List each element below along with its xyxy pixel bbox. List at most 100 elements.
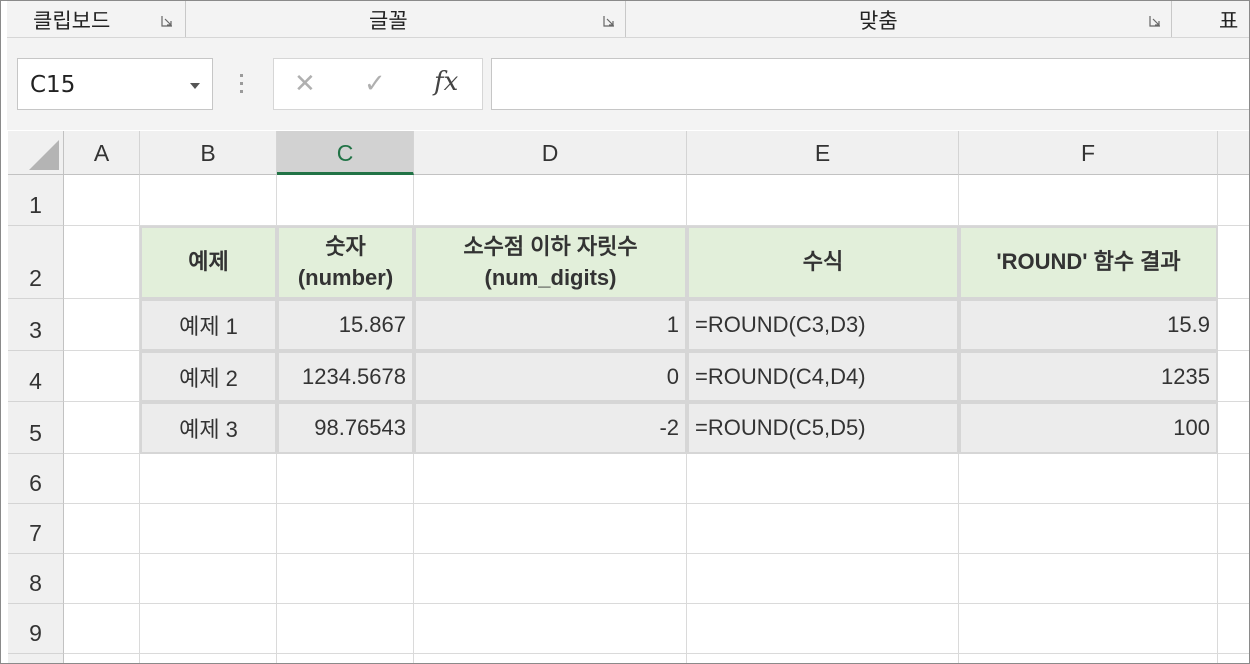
worksheet-cell[interactable]: [414, 504, 687, 554]
row-header-8[interactable]: 8: [8, 554, 64, 604]
column-header-a[interactable]: A: [64, 131, 140, 175]
cell-b3[interactable]: 예제 1: [140, 299, 277, 351]
table-header-num-digits[interactable]: 소수점 이하 자릿수 (num_digits): [414, 226, 687, 299]
drag-handle-icon[interactable]: [240, 74, 244, 98]
cell-e5[interactable]: =ROUND(C5,D5): [687, 402, 959, 454]
cell-f3[interactable]: 15.9: [959, 299, 1218, 351]
row-header-3[interactable]: 3: [8, 299, 64, 351]
row-header-9[interactable]: 9: [8, 604, 64, 654]
table-header-result[interactable]: 'ROUND' 함수 결과: [959, 226, 1218, 299]
worksheet-cell[interactable]: [277, 175, 414, 226]
worksheet-cell[interactable]: [959, 554, 1218, 604]
select-all-button[interactable]: [8, 131, 64, 175]
cell-d4[interactable]: 0: [414, 351, 687, 402]
worksheet-cell[interactable]: [959, 454, 1218, 504]
worksheet-cell[interactable]: [64, 554, 140, 604]
worksheet-cell[interactable]: [1218, 402, 1249, 454]
cell-d3[interactable]: 1: [414, 299, 687, 351]
enter-check-icon[interactable]: ✓: [364, 69, 386, 99]
worksheet-cell[interactable]: [1218, 226, 1249, 299]
worksheet-cell[interactable]: [64, 299, 140, 351]
worksheet-cell[interactable]: [1218, 604, 1249, 654]
row-header-10[interactable]: [8, 654, 64, 663]
worksheet-cell[interactable]: [414, 654, 687, 663]
worksheet-cell[interactable]: [277, 454, 414, 504]
worksheet-cell[interactable]: [1218, 454, 1249, 504]
table-header-number[interactable]: 숫자 (number): [277, 226, 414, 299]
insert-function-icon[interactable]: fx: [434, 67, 458, 97]
column-header-d[interactable]: D: [414, 131, 687, 175]
cell-f5[interactable]: 100: [959, 402, 1218, 454]
cell-c3[interactable]: 15.867: [277, 299, 414, 351]
worksheet-cell[interactable]: [64, 454, 140, 504]
row-header-6[interactable]: 6: [8, 454, 64, 504]
column-header-c[interactable]: C: [277, 131, 414, 175]
worksheet-cell[interactable]: [1218, 299, 1249, 351]
worksheet-cell[interactable]: [959, 504, 1218, 554]
row-header-1[interactable]: 1: [8, 175, 64, 226]
worksheet-cell[interactable]: [277, 554, 414, 604]
worksheet-cell[interactable]: [64, 402, 140, 454]
formula-input[interactable]: [491, 58, 1249, 110]
worksheet-cell[interactable]: [959, 604, 1218, 654]
worksheet-cell[interactable]: [1218, 504, 1249, 554]
worksheet-cell[interactable]: [64, 654, 140, 663]
cell-b4[interactable]: 예제 2: [140, 351, 277, 402]
column-header-f[interactable]: F: [959, 131, 1218, 175]
row-header-4[interactable]: 4: [8, 351, 64, 402]
worksheet-cell[interactable]: [140, 554, 277, 604]
column-header-b[interactable]: B: [140, 131, 277, 175]
cell-e4[interactable]: =ROUND(C4,D4): [687, 351, 959, 402]
dialog-launcher-icon[interactable]: [603, 15, 615, 27]
worksheet-cell[interactable]: [1218, 175, 1249, 226]
worksheet-cell[interactable]: [959, 654, 1218, 663]
worksheet-cell[interactable]: [959, 175, 1218, 226]
worksheet-cell[interactable]: [277, 504, 414, 554]
cell-b5[interactable]: 예제 3: [140, 402, 277, 454]
worksheet-cell[interactable]: [1218, 654, 1249, 663]
cell-c4[interactable]: 1234.5678: [277, 351, 414, 402]
worksheet-cell[interactable]: [1218, 351, 1249, 402]
worksheet-cell[interactable]: [140, 504, 277, 554]
dialog-launcher-icon[interactable]: [161, 15, 173, 27]
worksheet-cell[interactable]: [687, 454, 959, 504]
worksheet-cell[interactable]: [64, 504, 140, 554]
worksheet-cell[interactable]: [277, 604, 414, 654]
column-header-e[interactable]: E: [687, 131, 959, 175]
cell-d5[interactable]: -2: [414, 402, 687, 454]
worksheet-cell[interactable]: [64, 604, 140, 654]
worksheet-cell[interactable]: [140, 654, 277, 663]
worksheet-cell[interactable]: [687, 554, 959, 604]
worksheet-cell[interactable]: [687, 604, 959, 654]
worksheet-cell[interactable]: [140, 175, 277, 226]
worksheet-cell[interactable]: [687, 504, 959, 554]
worksheet-cell[interactable]: [414, 554, 687, 604]
chevron-down-icon[interactable]: [190, 83, 200, 89]
table-header-example[interactable]: 예제: [140, 226, 277, 299]
worksheet-cell[interactable]: [64, 226, 140, 299]
worksheet-cell[interactable]: [1218, 554, 1249, 604]
worksheet-cell[interactable]: [64, 351, 140, 402]
worksheet-cell[interactable]: [687, 175, 959, 226]
worksheet-cell[interactable]: [414, 175, 687, 226]
worksheet-cell[interactable]: [414, 454, 687, 504]
row-header-5[interactable]: 5: [8, 402, 64, 454]
cell-c5[interactable]: 98.76543: [277, 402, 414, 454]
cell-f4[interactable]: 1235: [959, 351, 1218, 402]
worksheet-cell[interactable]: [140, 604, 277, 654]
row-header-7[interactable]: 7: [8, 504, 64, 554]
worksheet-cell[interactable]: [687, 654, 959, 663]
ribbon-group-label: 맞춤: [859, 9, 898, 33]
dialog-launcher-icon[interactable]: [1149, 15, 1161, 27]
cancel-icon[interactable]: ✕: [294, 69, 316, 99]
row-header-2[interactable]: 2: [8, 226, 64, 299]
name-box[interactable]: C15: [17, 58, 213, 110]
column-header-g[interactable]: [1218, 131, 1249, 175]
worksheet-cell[interactable]: [414, 604, 687, 654]
worksheet-cell[interactable]: [140, 454, 277, 504]
worksheet-cell[interactable]: [64, 175, 140, 226]
excel-window: 클립보드 글꼴 맞춤 표 C15 ✕ ✓ fx A B C D E F 1 2 …: [0, 0, 1250, 664]
worksheet-cell[interactable]: [277, 654, 414, 663]
cell-e3[interactable]: =ROUND(C3,D3): [687, 299, 959, 351]
table-header-formula[interactable]: 수식: [687, 226, 959, 299]
